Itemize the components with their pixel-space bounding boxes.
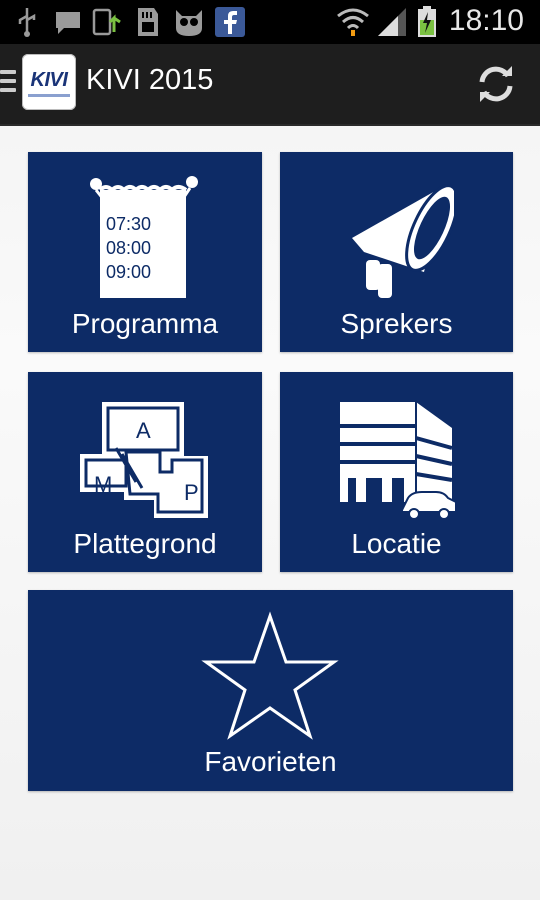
- star-icon: [201, 611, 339, 740]
- schedule-time-3: 09:00: [106, 262, 152, 282]
- room-label-m: M: [94, 472, 113, 497]
- chat-icon: [56, 12, 80, 34]
- action-bar: KIVI KIVI 2015: [0, 44, 540, 126]
- tile-plattegrond[interactable]: A M P Plattegrond: [28, 372, 262, 572]
- tile-sprekers[interactable]: Sprekers: [280, 152, 513, 352]
- tile-label-programma: Programma: [71, 308, 219, 339]
- app-title: KIVI 2015: [86, 64, 214, 96]
- status-time: 18:10: [448, 4, 524, 37]
- tile-label-locatie: Locatie: [351, 528, 442, 559]
- schedule-time-1: 07:30: [106, 214, 152, 234]
- signal-icon: [378, 8, 406, 36]
- app-logo[interactable]: KIVI: [22, 54, 76, 110]
- battery-icon: [418, 6, 436, 37]
- tile-label-plattegrond: Plattegrond: [73, 528, 217, 559]
- building-car-icon: [340, 402, 457, 520]
- room-label-a: A: [136, 418, 151, 443]
- tile-label-favorieten: Favorieten: [204, 746, 337, 777]
- usb-icon: [18, 8, 36, 37]
- wifi-icon: [337, 8, 369, 36]
- refresh-icon[interactable]: [474, 62, 518, 106]
- schedule-time-2: 08:00: [106, 238, 152, 258]
- status-bar: 18:10: [0, 0, 540, 44]
- sd-card-icon: [138, 8, 158, 36]
- tile-favorieten[interactable]: Favorieten: [28, 590, 513, 791]
- update-icon: [92, 8, 121, 36]
- megaphone-icon: [352, 184, 454, 298]
- facebook-icon: [215, 7, 245, 37]
- drawer-menu-icon[interactable]: [0, 70, 16, 98]
- owl-icon: [176, 10, 202, 36]
- tile-label-sprekers: Sprekers: [340, 308, 453, 339]
- tile-programma[interactable]: 07:30 08:00 09:00 Programma: [28, 152, 262, 352]
- room-label-p: P: [184, 480, 199, 505]
- tile-locatie[interactable]: Locatie: [280, 372, 513, 572]
